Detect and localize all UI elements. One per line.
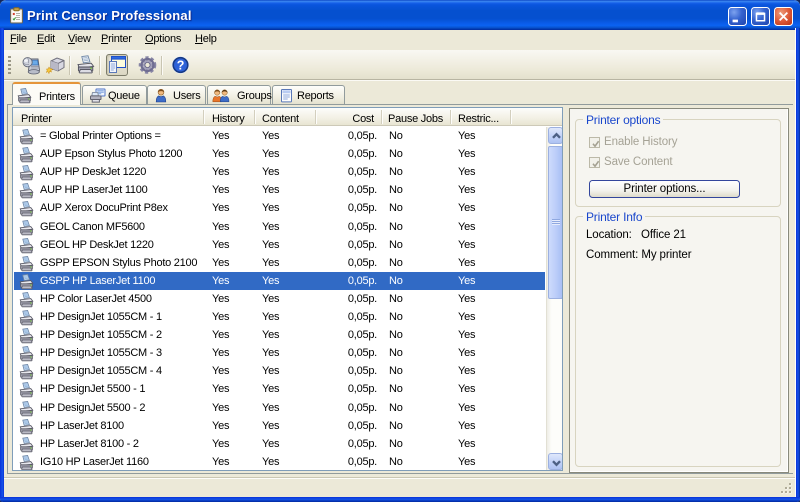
svg-text:?: ?	[177, 58, 184, 72]
